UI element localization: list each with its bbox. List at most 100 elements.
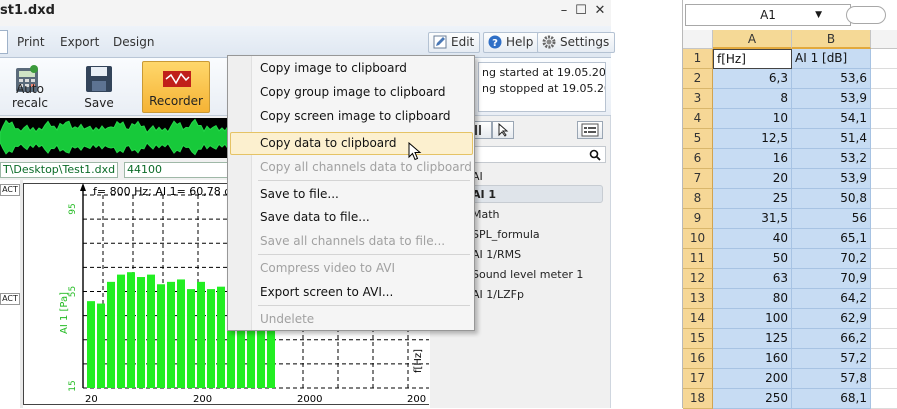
row-number[interactable]: 6 (683, 149, 713, 169)
cell-frequency[interactable]: 250 (713, 389, 792, 409)
cell-b1[interactable]: AI 1 [dB] (792, 49, 871, 69)
cell-level[interactable]: 53,9 (792, 169, 871, 189)
chart-bar[interactable] (197, 281, 205, 388)
cell-level[interactable]: 51,4 (792, 129, 871, 149)
recorder-button[interactable]: Recorder (142, 61, 210, 113)
tree-item-ai-1[interactable]: AI 1 (472, 188, 496, 201)
cell-level[interactable]: 56 (792, 209, 871, 229)
cell-frequency[interactable]: 50 (713, 249, 792, 269)
column-header-c[interactable] (871, 30, 897, 49)
help-button[interactable]: ? Help (483, 32, 540, 53)
close-button[interactable]: ✕ (591, 3, 609, 21)
cell-level[interactable]: 70,9 (792, 269, 871, 289)
chart-bar[interactable] (127, 272, 135, 388)
cell-level[interactable]: 53,6 (792, 69, 871, 89)
row-number[interactable]: 5 (683, 129, 713, 149)
tree-item-math[interactable]: Math (472, 208, 500, 221)
edit-button[interactable]: Edit (428, 32, 481, 53)
cell-frequency[interactable]: 125 (713, 329, 792, 349)
menu-item-undelete[interactable]: Undelete (260, 312, 314, 326)
menu-item-copy-image[interactable]: Copy image to clipboard (260, 61, 407, 75)
cell-level[interactable]: 53,2 (792, 149, 871, 169)
cell-frequency[interactable]: 6,3 (713, 69, 792, 89)
row-number[interactable]: 3 (683, 89, 713, 109)
cell-a1[interactable]: f[Hz] (713, 49, 792, 69)
cell-level[interactable]: 54,1 (792, 109, 871, 129)
cell-level[interactable]: 53,9 (792, 89, 871, 109)
cell-frequency[interactable]: 100 (713, 309, 792, 329)
cell-empty[interactable] (871, 129, 897, 149)
cell-empty[interactable] (871, 49, 897, 69)
cell-empty[interactable] (871, 169, 897, 189)
tree-item-ai-1-lzfp[interactable]: AI 1/LZFp (472, 288, 524, 301)
cell-empty[interactable] (871, 249, 897, 269)
cell-level[interactable]: 65,1 (792, 229, 871, 249)
row-number[interactable]: 15 (683, 329, 713, 349)
row-number[interactable]: 4 (683, 109, 713, 129)
cell-empty[interactable] (871, 89, 897, 109)
cell-level[interactable]: 62,9 (792, 309, 871, 329)
act-label-bottom[interactable]: ACT (0, 293, 20, 305)
cell-frequency[interactable]: 20 (713, 169, 792, 189)
cell-level[interactable]: 50,8 (792, 189, 871, 209)
cell-empty[interactable] (871, 269, 897, 289)
row-number[interactable]: 11 (683, 249, 713, 269)
menu-item-save-all-channels-data[interactable]: Save all channels data to file... (260, 234, 445, 248)
tree-item-sound-level-meter[interactable]: Sound level meter 1 (472, 268, 583, 281)
save-button[interactable]: Save (72, 60, 126, 114)
cell-level[interactable]: 66,2 (792, 329, 871, 349)
cell-empty[interactable] (871, 329, 897, 349)
menu-item-compress-video[interactable]: Compress video to AVI (260, 261, 395, 275)
chart-bar[interactable] (117, 274, 125, 388)
row-number[interactable]: 1 (683, 49, 713, 69)
waveform-overview[interactable] (0, 118, 250, 158)
chart-bar[interactable] (157, 284, 165, 388)
file-tab[interactable] (0, 30, 8, 54)
row-number[interactable]: 7 (683, 169, 713, 189)
column-header-a[interactable]: A (713, 30, 792, 49)
chart-bar[interactable] (207, 289, 215, 388)
cell-frequency[interactable]: 200 (713, 369, 792, 389)
cell-empty[interactable] (871, 369, 897, 389)
name-box-dropdown-icon[interactable]: ▼ (815, 5, 822, 25)
select-all-corner[interactable] (683, 30, 713, 49)
row-number[interactable]: 8 (683, 189, 713, 209)
menu-item-copy-data[interactable]: Copy data to clipboard (260, 136, 397, 150)
cell-level[interactable]: 70,2 (792, 249, 871, 269)
chart-bar[interactable] (177, 279, 185, 388)
act-label-top[interactable]: ACT (0, 184, 20, 196)
cell-empty[interactable] (871, 209, 897, 229)
menu-design[interactable]: Design (113, 35, 154, 49)
tree-item-spl-formula[interactable]: SPL_formula (472, 228, 540, 241)
menu-item-export-screen-avi[interactable]: Export screen to AVI... (260, 285, 393, 299)
row-number[interactable]: 9 (683, 209, 713, 229)
cell-empty[interactable] (871, 389, 897, 409)
row-number[interactable]: 17 (683, 369, 713, 389)
channel-search-input[interactable] (460, 146, 606, 163)
row-number[interactable]: 12 (683, 269, 713, 289)
row-number[interactable]: 16 (683, 349, 713, 369)
chart-bar[interactable] (87, 301, 95, 388)
chart-bar[interactable] (187, 289, 195, 388)
file-path-field[interactable]: T\Desktop\Test1.dxd (0, 162, 118, 178)
menu-item-copy-screen-image[interactable]: Copy screen image to clipboard (260, 109, 451, 123)
cell-level[interactable]: 57,8 (792, 369, 871, 389)
cell-frequency[interactable]: 40 (713, 229, 792, 249)
row-number[interactable]: 13 (683, 289, 713, 309)
cell-frequency[interactable]: 16 (713, 149, 792, 169)
cell-empty[interactable] (871, 69, 897, 89)
cell-level[interactable]: 64,2 (792, 289, 871, 309)
chart-bar[interactable] (137, 277, 145, 388)
pointer-mode-button[interactable] (492, 121, 514, 139)
cell-frequency[interactable]: 80 (713, 289, 792, 309)
chart-bar[interactable] (107, 281, 115, 388)
maximize-button[interactable]: ☐ (572, 3, 590, 21)
menu-export[interactable]: Export (60, 35, 99, 49)
row-number[interactable]: 18 (683, 389, 713, 409)
column-header-b[interactable]: B (792, 30, 871, 49)
cell-frequency[interactable]: 10 (713, 109, 792, 129)
menu-item-copy-group-image[interactable]: Copy group image to clipboard (260, 85, 446, 99)
formula-cancel-button[interactable] (846, 6, 886, 24)
cell-frequency[interactable]: 160 (713, 349, 792, 369)
chart-bar[interactable] (167, 281, 175, 388)
